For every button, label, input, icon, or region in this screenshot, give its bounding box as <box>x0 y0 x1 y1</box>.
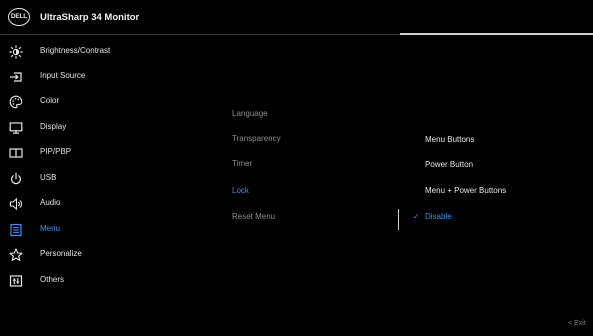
usb-icon <box>11 172 21 185</box>
exit-label: Exit <box>574 320 586 327</box>
menu-item-label: USB <box>40 173 57 182</box>
input-source-icon <box>10 72 22 82</box>
submenu-item-language[interactable]: Language <box>232 109 268 118</box>
star-icon <box>9 248 23 261</box>
monitor-title: UltraSharp 34 Monitor <box>40 12 140 23</box>
menu-item-label: PIP/PBP <box>40 147 72 156</box>
exit-button[interactable]: < Exit <box>568 320 586 327</box>
header-accent-line <box>400 33 593 35</box>
menu-item-label: Menu <box>40 224 61 233</box>
option-menu-power-buttons[interactable]: Menu + Power Buttons <box>425 186 506 195</box>
menu-item-pip-pbp[interactable]: PIP/PBP <box>0 144 200 164</box>
option-power-button[interactable]: Power Button <box>425 160 473 169</box>
menu-item-label: Color <box>40 96 60 105</box>
menu-item-label: Display <box>40 122 67 131</box>
check-icon: ✓ <box>413 212 420 221</box>
menu-item-label: Audio <box>40 198 61 207</box>
option-disable: Disable <box>425 212 452 221</box>
submenu-item-reset-menu[interactable]: Reset Menu <box>232 212 275 221</box>
others-icon <box>9 275 23 287</box>
submenu-item-transparency[interactable]: Transparency <box>232 134 281 143</box>
menu-icon <box>10 223 22 237</box>
chevron-left-icon: < <box>568 320 573 327</box>
menu-item-label: Personalize <box>40 249 82 258</box>
option-menu-buttons[interactable]: Menu Buttons <box>425 135 474 144</box>
menu-item-label: Others <box>40 275 65 284</box>
submenu-item-timer[interactable]: Timer <box>232 159 252 168</box>
menu-item-display[interactable]: Display <box>0 119 200 139</box>
option-disable-row[interactable]: ✓ Disable <box>413 212 452 221</box>
menu-item-label: Brightness/Contrast <box>40 46 111 55</box>
color-icon <box>9 95 23 109</box>
pip-pbp-icon <box>9 148 23 158</box>
audio-icon <box>9 197 23 211</box>
menu-item-label: Input Source <box>40 71 86 80</box>
menu-item-personalize[interactable]: Personalize <box>0 246 200 266</box>
menu-item-color[interactable]: Color <box>0 93 200 113</box>
menu-item-usb[interactable]: USB <box>0 170 200 190</box>
submenu-item-lock[interactable]: Lock <box>232 186 249 195</box>
menu-item-input-source[interactable]: Input Source <box>0 68 200 88</box>
menu-item-menu[interactable]: Menu <box>0 221 200 241</box>
selection-indicator-line <box>398 209 399 230</box>
osd-screen: DELL UltraSharp 34 Monitor Brightness/Co… <box>0 0 593 336</box>
brightness-icon <box>9 45 23 59</box>
logo-text: DELL <box>10 13 28 20</box>
dell-logo: DELL <box>8 8 30 26</box>
display-icon <box>9 122 23 134</box>
menu-item-others[interactable]: Others <box>0 272 200 292</box>
menu-item-audio[interactable]: Audio <box>0 195 200 215</box>
header: DELL UltraSharp 34 Monitor <box>0 0 593 35</box>
menu-item-brightness-contrast[interactable]: Brightness/Contrast <box>0 43 200 63</box>
